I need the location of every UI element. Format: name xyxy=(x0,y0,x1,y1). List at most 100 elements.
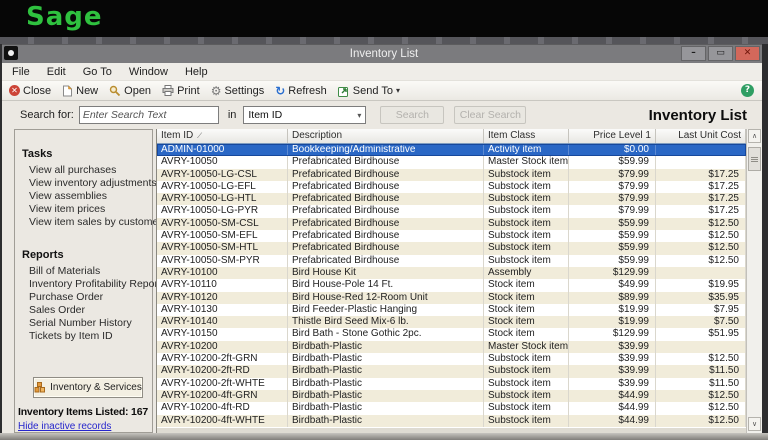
sidebar-item-bill-of-materials[interactable]: Bill of Materials xyxy=(29,267,152,276)
toolbar-open-button[interactable]: Open xyxy=(109,85,151,97)
table-row[interactable]: AVRY-10200-2ft-GRNBirdbath-PlasticSubsto… xyxy=(157,353,746,365)
in-label: in xyxy=(228,109,237,121)
window-bottom-edge xyxy=(0,433,768,440)
table-row[interactable]: AVRY-10200-4ft-RDBirdbath-PlasticSubstoc… xyxy=(157,402,746,414)
table-row[interactable]: AVRY-10050-SM-PYRPrefabricated Birdhouse… xyxy=(157,255,746,267)
table-row[interactable]: AVRY-10050-LG-PYRPrefabricated Birdhouse… xyxy=(157,205,746,217)
maximize-button[interactable]: ▭ xyxy=(708,46,733,61)
menu-goto[interactable]: Go To xyxy=(83,66,112,78)
close-window-button[interactable]: ✕ xyxy=(735,46,760,61)
menu-file[interactable]: File xyxy=(12,66,30,78)
inventory-table: Item ID∕ Description Item Class Price Le… xyxy=(156,129,762,433)
cell-price-level-1: $59.99 xyxy=(569,218,656,230)
vertical-scrollbar[interactable]: ∧ ∨ xyxy=(746,129,762,433)
help-button[interactable]: ? xyxy=(741,84,754,97)
cell-last-unit-cost xyxy=(656,156,746,168)
toolbar-refresh-button[interactable]: ↻ Refresh xyxy=(275,85,327,97)
table-row[interactable]: AVRY-10050-SM-EFLPrefabricated Birdhouse… xyxy=(157,230,746,242)
cell-item-id: AVRY-10200-2ft-RD xyxy=(157,365,288,377)
cell-description: Prefabricated Birdhouse xyxy=(288,181,484,193)
toolbar-sendto-button[interactable]: Send To ▾ xyxy=(338,85,400,97)
sidebar-item-tickets-by-item-id[interactable]: Tickets by Item ID xyxy=(29,332,152,341)
column-header-item-class[interactable]: Item Class xyxy=(484,129,569,143)
window-right-edge xyxy=(762,44,768,440)
search-for-label: Search for: xyxy=(20,109,74,121)
table-row[interactable]: ADMIN-01000Bookkeeping/AdministrativeAct… xyxy=(157,144,746,156)
cell-last-unit-cost: $51.95 xyxy=(656,328,746,340)
table-row[interactable]: AVRY-10100Bird House KitAssembly$129.99 xyxy=(157,267,746,279)
scroll-down-icon[interactable]: ∨ xyxy=(748,417,761,431)
cell-item-id: AVRY-10050-LG-PYR xyxy=(157,205,288,217)
sage-logo: Sage xyxy=(26,2,103,32)
clear-search-button[interactable]: Clear Search xyxy=(454,106,526,124)
table-row[interactable]: AVRY-10200-4ft-GRNBirdbath-PlasticSubsto… xyxy=(157,390,746,402)
cell-item-class: Master Stock item xyxy=(484,156,569,168)
column-header-description[interactable]: Description xyxy=(288,129,484,143)
scrollbar-thumb[interactable] xyxy=(748,147,761,171)
cell-item-id: AVRY-10050-LG-HTL xyxy=(157,193,288,205)
table-row[interactable]: AVRY-10150Bird Bath - Stone Gothic 2pc.S… xyxy=(157,328,746,340)
table-row[interactable]: AVRY-10050-LG-HTLPrefabricated Birdhouse… xyxy=(157,193,746,205)
cell-price-level-1: $39.99 xyxy=(569,365,656,377)
cell-item-id: AVRY-10050-LG-EFL xyxy=(157,181,288,193)
cell-item-id: ADMIN-01000 xyxy=(157,144,288,156)
toolbar-close-button[interactable]: ✕ Close xyxy=(9,85,51,97)
gear-icon: ⚙ xyxy=(211,85,222,97)
cell-description: Prefabricated Birdhouse xyxy=(288,242,484,254)
sendto-dropdown-caret[interactable]: ▾ xyxy=(396,86,400,95)
toolbar-sendto-label: Send To xyxy=(353,85,393,97)
column-header-item-id[interactable]: Item ID∕ xyxy=(157,129,288,143)
column-header-price-level-1[interactable]: Price Level 1 xyxy=(569,129,656,143)
toolbar-print-button[interactable]: Print xyxy=(162,85,200,97)
minimize-button[interactable]: – xyxy=(681,46,706,61)
table-row[interactable]: AVRY-10200Birdbath-PlasticMaster Stock i… xyxy=(157,341,746,353)
table-row[interactable]: AVRY-10050-LG-CSLPrefabricated Birdhouse… xyxy=(157,169,746,181)
table-row[interactable]: AVRY-10050-SM-CSLPrefabricated Birdhouse… xyxy=(157,218,746,230)
search-field-select[interactable]: Item ID ▾ xyxy=(243,106,366,124)
cell-description: Bird Feeder-Plastic Hanging xyxy=(288,304,484,316)
sidebar-item-view-assemblies[interactable]: View assemblies xyxy=(29,192,152,201)
inventory-services-button[interactable]: Inventory & Services xyxy=(33,377,143,398)
menu-window[interactable]: Window xyxy=(129,66,168,78)
toolbar-new-button[interactable]: New xyxy=(62,85,98,97)
table-row[interactable]: AVRY-10050-SM-HTLPrefabricated Birdhouse… xyxy=(157,242,746,254)
table-row[interactable]: AVRY-10200-4ft-WHTEBirdbath-PlasticSubst… xyxy=(157,415,746,427)
column-header-last-unit-cost[interactable]: Last Unit Cost xyxy=(656,129,746,143)
cell-last-unit-cost xyxy=(656,267,746,279)
cell-price-level-1: $79.99 xyxy=(569,169,656,181)
table-row[interactable]: AVRY-10050Prefabricated BirdhouseMaster … xyxy=(157,156,746,168)
cell-item-id: AVRY-10200 xyxy=(157,341,288,353)
sidebar-item-serial-number-history[interactable]: Serial Number History xyxy=(29,319,152,328)
menu-help[interactable]: Help xyxy=(185,66,208,78)
sidebar-item-inventory-profitability[interactable]: Inventory Profitability Report xyxy=(29,280,152,289)
table-row[interactable]: AVRY-10140Thistle Bird Seed Mix-6 lb.Sto… xyxy=(157,316,746,328)
table-row[interactable]: AVRY-10120Bird House-Red 12-Room UnitSto… xyxy=(157,292,746,304)
cell-description: Birdbath-Plastic xyxy=(288,402,484,414)
table-row[interactable]: AVRY-10200-2ft-RDBirdbath-PlasticSubstoc… xyxy=(157,365,746,377)
table-row[interactable]: AVRY-10110Bird House-Pole 14 Ft.Stock it… xyxy=(157,279,746,291)
reports-header: Reports xyxy=(22,249,152,261)
cell-price-level-1: $39.99 xyxy=(569,353,656,365)
table-row[interactable]: AVRY-10130Bird Feeder-Plastic HangingSto… xyxy=(157,304,746,316)
table-row[interactable]: AVRY-10050-LG-EFLPrefabricated Birdhouse… xyxy=(157,181,746,193)
search-input[interactable] xyxy=(79,106,219,124)
app-window-icon[interactable] xyxy=(4,46,18,60)
items-listed-count: Inventory Items Listed: 167 xyxy=(18,406,151,418)
toolbar-settings-button[interactable]: ⚙ Settings xyxy=(211,85,265,97)
search-button[interactable]: Search xyxy=(380,106,444,124)
cell-description: Prefabricated Birdhouse xyxy=(288,156,484,168)
cell-item-class: Substock item xyxy=(484,353,569,365)
window-titlebar[interactable]: Inventory List xyxy=(0,44,768,63)
cell-description: Bird House-Pole 14 Ft. xyxy=(288,279,484,291)
scroll-up-icon[interactable]: ∧ xyxy=(748,129,761,143)
sidebar-item-sales-order[interactable]: Sales Order xyxy=(29,306,152,315)
hide-inactive-records-link[interactable]: Hide inactive records xyxy=(18,421,111,432)
sidebar-item-view-inventory-adjustments[interactable]: View inventory adjustments xyxy=(29,179,152,188)
sidebar-item-view-item-sales[interactable]: View item sales by customer xyxy=(29,218,152,227)
table-row[interactable]: AVRY-10200-2ft-WHTEBirdbath-PlasticSubst… xyxy=(157,378,746,390)
cell-price-level-1: $129.99 xyxy=(569,267,656,279)
sidebar-item-purchase-order[interactable]: Purchase Order xyxy=(29,293,152,302)
menu-edit[interactable]: Edit xyxy=(47,66,66,78)
sidebar-item-view-item-prices[interactable]: View item prices xyxy=(29,205,152,214)
sidebar-item-view-all-purchases[interactable]: View all purchases xyxy=(29,166,152,175)
